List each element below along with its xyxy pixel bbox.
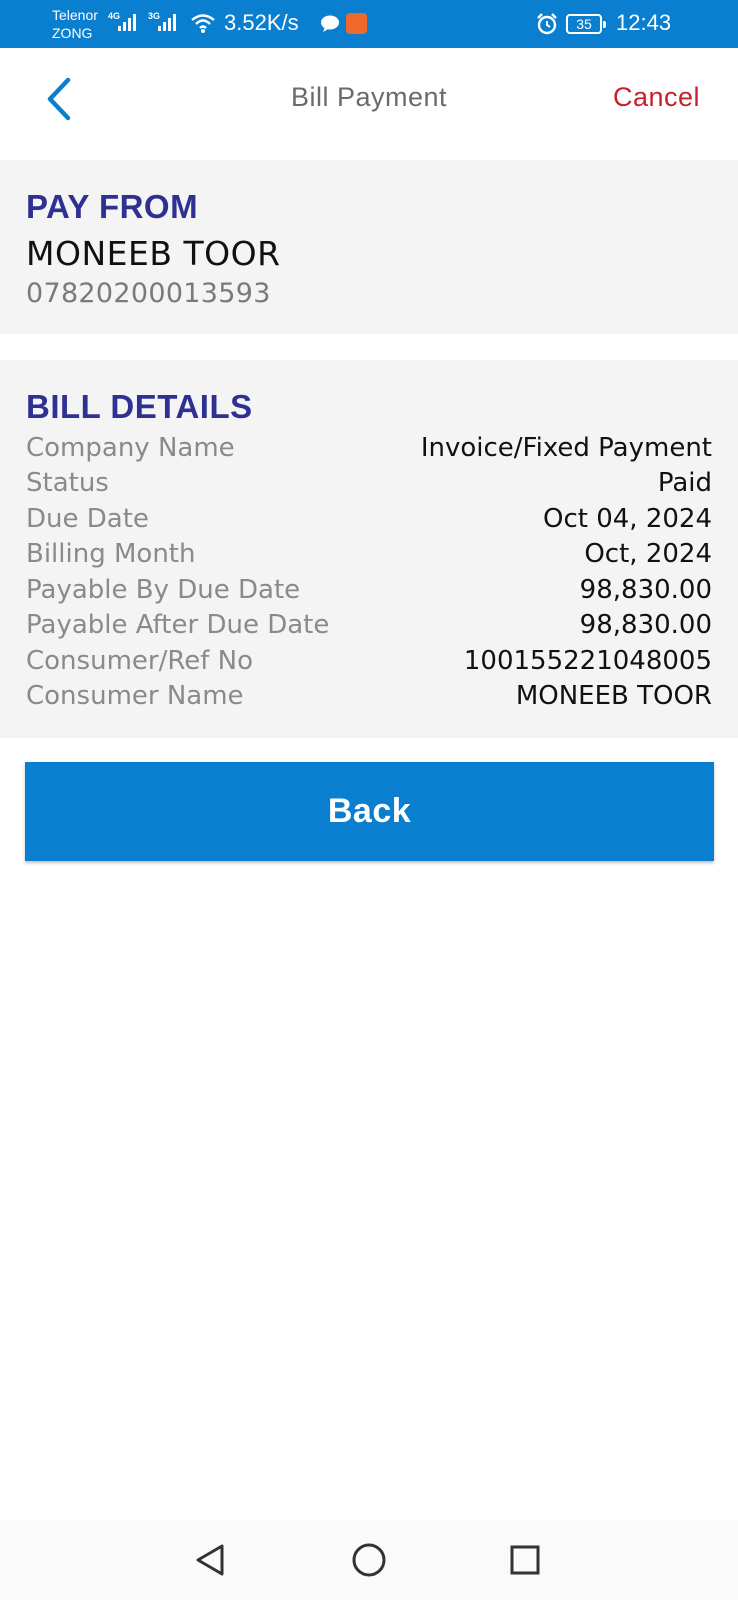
detail-label: Due Date: [26, 503, 149, 534]
cancel-button[interactable]: Cancel: [613, 82, 700, 113]
account-name: MONEEB TOOR: [26, 234, 281, 273]
battery-icon: 35: [566, 14, 606, 34]
detail-label: Payable By Due Date: [26, 574, 301, 605]
app-header: Bill Payment Cancel: [0, 48, 738, 156]
circle-home-icon[interactable]: [349, 1540, 389, 1580]
detail-row-billing-month: Billing Month Oct, 2024: [26, 537, 712, 573]
pay-from-card: PAY FROM MONEEB TOOR 07820200013593: [0, 160, 738, 334]
signal-icon: 4G: [108, 11, 136, 31]
carrier-1: Telenor: [52, 7, 98, 23]
message-icon: [321, 15, 339, 32]
detail-value: 98,830.00: [579, 574, 712, 605]
detail-label: Billing Month: [26, 539, 196, 570]
detail-label: Status: [26, 468, 109, 499]
detail-value: MONEEB TOOR: [515, 681, 712, 712]
clock: 12:43: [616, 10, 672, 35]
bill-details-title: BILL DETAILS: [26, 388, 253, 425]
detail-label: Company Name: [26, 432, 235, 463]
detail-label: Payable After Due Date: [26, 610, 330, 641]
detail-row-company-name: Company Name Invoice/Fixed Payment: [26, 430, 712, 466]
bill-details-card: BILL DETAILS Company Name Invoice/Fixed …: [0, 360, 738, 738]
detail-row-consumer-ref-no: Consumer/Ref No 100155221048005: [26, 643, 712, 679]
status-bar: Telenor ZONG 4G 3G 3.52K/s 35 12:43: [0, 0, 738, 48]
alarm-icon: [537, 13, 557, 35]
square-recents-icon[interactable]: [505, 1540, 545, 1580]
network-type-1: 4G: [108, 11, 121, 21]
detail-value: Oct 04, 2024: [543, 503, 712, 534]
account-number: 07820200013593: [26, 278, 271, 309]
detail-row-payable-after-due-date: Payable After Due Date 98,830.00: [26, 608, 712, 644]
detail-row-payable-by-due-date: Payable By Due Date 98,830.00: [26, 572, 712, 608]
carrier-2: ZONG: [52, 25, 93, 41]
bill-details-list: Company Name Invoice/Fixed Payment Statu…: [26, 430, 712, 714]
detail-label: Consumer Name: [26, 681, 244, 712]
detail-row-status: Status Paid: [26, 466, 712, 502]
signal-icon: 3G: [148, 11, 176, 31]
network-type-2: 3G: [148, 11, 161, 21]
triangle-back-icon[interactable]: [190, 1540, 230, 1580]
detail-label: Consumer/Ref No: [26, 645, 254, 676]
detail-value: 100155221048005: [463, 645, 712, 676]
system-nav-bar: [0, 1520, 738, 1600]
wifi-icon: [191, 14, 215, 33]
detail-value: Paid: [657, 468, 712, 499]
detail-row-due-date: Due Date Oct 04, 2024: [26, 501, 712, 537]
detail-value: 98,830.00: [579, 610, 712, 641]
app-notification-icon: [346, 13, 367, 34]
carrier-names: Telenor ZONG: [52, 6, 98, 42]
back-button[interactable]: Back: [25, 762, 714, 861]
network-speed: 3.52K/s: [224, 10, 299, 35]
detail-value: Invoice/Fixed Payment: [420, 432, 712, 463]
detail-row-consumer-name: Consumer Name MONEEB TOOR: [26, 679, 712, 715]
pay-from-title: PAY FROM: [26, 188, 199, 225]
detail-value: Oct, 2024: [584, 539, 712, 570]
